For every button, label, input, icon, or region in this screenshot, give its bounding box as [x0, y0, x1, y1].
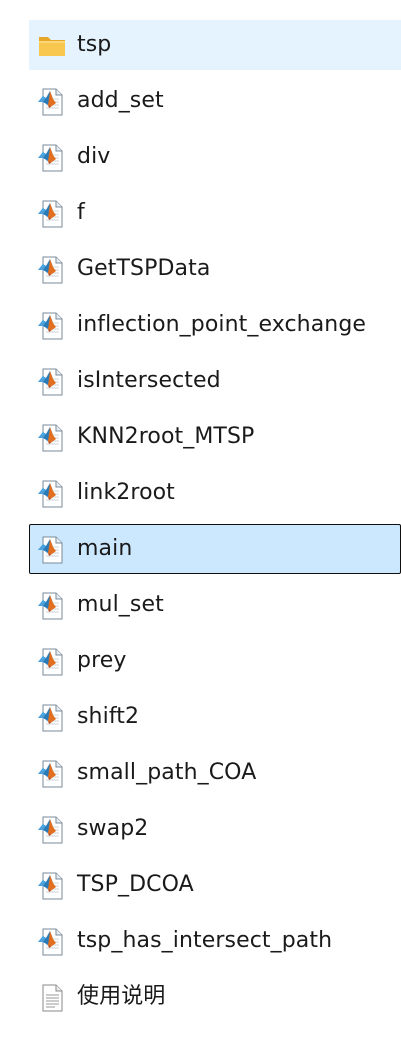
file-item-file[interactable]: mul_set: [29, 580, 401, 630]
matlab-file-icon: [38, 760, 63, 788]
file-item-file[interactable]: prey: [29, 636, 401, 686]
file-name-label: KNN2root_MTSP: [77, 424, 255, 449]
file-item-file[interactable]: GetTSPData: [29, 244, 401, 294]
file-name-label: GetTSPData: [77, 256, 211, 281]
file-item-file[interactable]: link2root: [29, 468, 401, 518]
file-name-label: isIntersected: [77, 368, 221, 393]
file-name-label: tsp: [77, 32, 112, 57]
file-item-file[interactable]: isIntersected: [29, 356, 401, 406]
file-name-label: TSP_DCOA: [77, 872, 194, 897]
matlab-file-icon: [38, 88, 63, 116]
file-name-label: link2root: [77, 480, 175, 505]
file-item-file[interactable]: KNN2root_MTSP: [29, 412, 401, 462]
text-file-icon: [42, 984, 63, 1012]
file-name-label: main: [77, 536, 133, 561]
file-item-file[interactable]: 使用说明: [29, 972, 401, 1022]
file-name-label: small_path_COA: [77, 760, 257, 785]
file-item-file[interactable]: tsp_has_intersect_path: [29, 916, 401, 966]
matlab-file-icon: [38, 928, 63, 956]
matlab-file-icon: [38, 144, 63, 172]
file-list: tsp add_set div f GetTSPData inflection_…: [29, 20, 401, 1028]
file-name-label: f: [77, 200, 85, 225]
file-item-file[interactable]: div: [29, 132, 401, 182]
matlab-file-icon: [38, 648, 63, 676]
folder-icon: [39, 37, 65, 56]
file-item-file[interactable]: add_set: [29, 76, 401, 126]
file-name-label: inflection_point_exchange: [77, 312, 367, 337]
matlab-file-icon: [38, 200, 63, 228]
file-item-file[interactable]: small_path_COA: [29, 748, 401, 798]
file-item-file[interactable]: TSP_DCOA: [29, 860, 401, 910]
file-name-label: swap2: [77, 816, 149, 841]
file-item-file[interactable]: shift2: [29, 692, 401, 742]
file-item-file[interactable]: inflection_point_exchange: [29, 300, 401, 350]
file-name-label: shift2: [77, 704, 140, 729]
matlab-file-icon: [38, 592, 63, 620]
file-name-label: prey: [77, 648, 127, 673]
file-name-label: mul_set: [77, 592, 164, 617]
matlab-file-icon: [38, 368, 63, 396]
matlab-file-icon: [38, 704, 63, 732]
matlab-file-icon: [38, 816, 63, 844]
file-name-label: tsp_has_intersect_path: [77, 928, 333, 953]
file-name-label: div: [77, 144, 111, 169]
matlab-file-icon: [38, 536, 63, 564]
matlab-file-icon: [38, 424, 63, 452]
file-name-label: add_set: [77, 88, 164, 113]
file-item-file[interactable]: f: [29, 188, 401, 238]
file-name-label: 使用说明: [77, 984, 166, 1009]
matlab-file-icon: [38, 256, 63, 284]
matlab-file-icon: [38, 312, 63, 340]
matlab-file-icon: [38, 480, 63, 508]
file-item-file[interactable]: main: [29, 524, 401, 574]
file-item-folder[interactable]: tsp: [29, 20, 401, 70]
file-item-file[interactable]: swap2: [29, 804, 401, 854]
matlab-file-icon: [38, 872, 63, 900]
